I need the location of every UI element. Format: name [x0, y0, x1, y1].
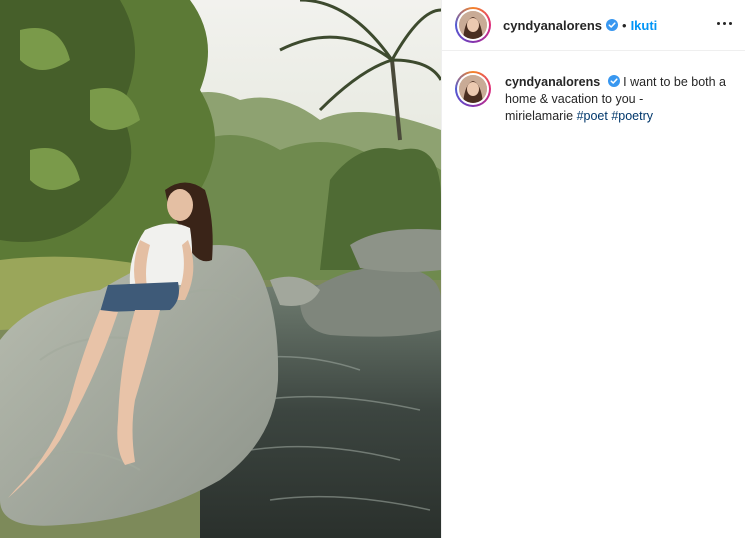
post-header: cyndyanalorens • Ikuti: [442, 0, 745, 51]
post-photo-image: [0, 0, 441, 538]
verified-badge-icon: [607, 75, 620, 87]
caption-mention: mirielamarie: [505, 109, 574, 123]
caption-text: cyndyanalorens I want to be both a home …: [505, 74, 726, 125]
post-side-panel: cyndyanalorens • Ikuti cyndyanalorens I …: [441, 0, 745, 538]
avatar[interactable]: [455, 7, 491, 43]
post-caption: cyndyanalorens I want to be both a home …: [455, 70, 735, 125]
avatar-image: [459, 11, 487, 39]
avatar-image: [459, 75, 487, 103]
separator-dot: •: [622, 17, 627, 33]
post-photo[interactable]: [0, 0, 441, 538]
instagram-post: cyndyanalorens • Ikuti cyndyanalorens I …: [0, 0, 745, 538]
caption-username-link[interactable]: cyndyanalorens: [505, 75, 600, 89]
caption-line-2: home & vacation to you -: [505, 92, 644, 106]
username-link[interactable]: cyndyanalorens: [503, 18, 602, 33]
hashtag-poet[interactable]: #poet: [577, 109, 608, 123]
caption-line-1: I want to be both a: [623, 75, 727, 89]
caption-avatar[interactable]: [455, 71, 491, 107]
hashtag-poetry[interactable]: #poetry: [611, 109, 653, 123]
verified-badge-icon: [606, 19, 618, 31]
more-horizontal-icon[interactable]: [712, 11, 736, 35]
follow-button[interactable]: Ikuti: [631, 18, 658, 33]
